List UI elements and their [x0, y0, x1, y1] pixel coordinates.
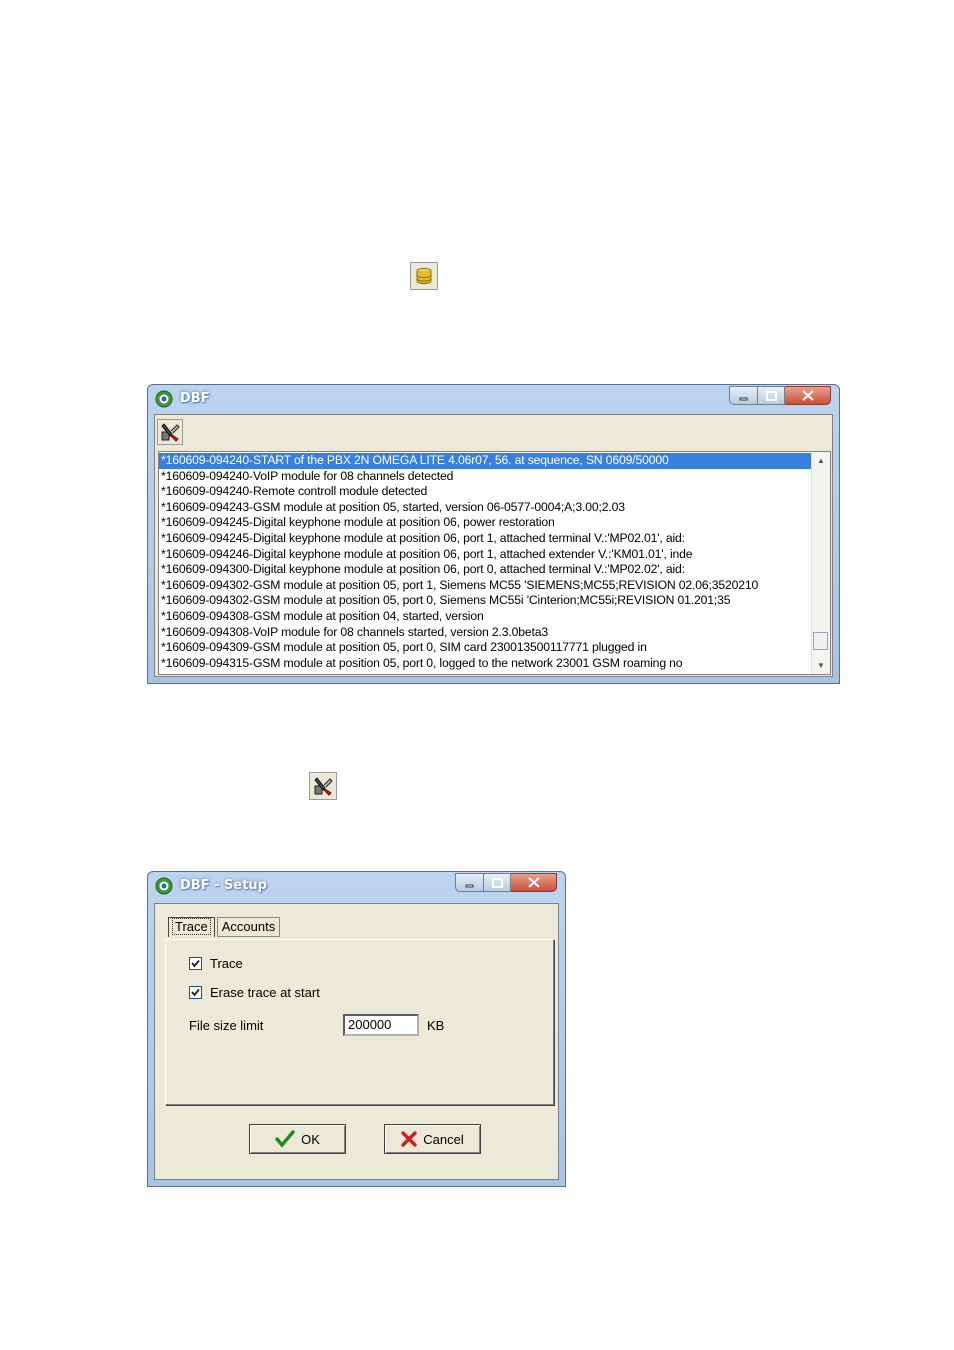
erase-trace-checkbox[interactable] — [189, 986, 202, 999]
window-title: DBF - Setup — [180, 878, 267, 893]
file-size-unit: KB — [427, 1018, 445, 1033]
file-size-label: File size limit — [189, 1018, 264, 1033]
dbf-window: DBF *160609-094240-START of the PBX 2N O… — [147, 384, 840, 684]
log-line[interactable]: *160609-094245-Digital keyphone module a… — [159, 531, 811, 547]
cross-icon — [401, 1131, 417, 1147]
maximize-button[interactable] — [758, 386, 785, 405]
log-line[interactable]: *160609-094240-START of the PBX 2N OMEGA… — [159, 453, 811, 469]
title-bar[interactable]: DBF - Setup — [148, 872, 565, 900]
vertical-scrollbar[interactable]: ▲ ▼ — [811, 452, 830, 674]
close-icon — [801, 390, 814, 401]
minimize-button[interactable] — [729, 386, 758, 405]
window-client-area: *160609-094240-START of the PBX 2N OMEGA… — [154, 414, 833, 677]
log-line[interactable]: *160609-094315-GSM module at position 05… — [159, 656, 811, 672]
log-line[interactable]: *160609-094245-Digital keyphone module a… — [159, 515, 811, 531]
setup-window: DBF - Setup Trace Accounts Trace Erase t… — [147, 871, 566, 1187]
minimize-icon — [739, 397, 747, 400]
maximize-button[interactable] — [484, 873, 511, 892]
close-button[interactable] — [511, 873, 557, 892]
maximize-icon — [765, 390, 777, 401]
setup-tools-icon[interactable] — [309, 772, 337, 800]
checkmark-icon — [191, 988, 200, 997]
erase-checkbox-row[interactable]: Erase trace at start — [189, 985, 320, 1000]
minimize-icon — [465, 884, 473, 887]
log-list[interactable]: *160609-094240-START of the PBX 2N OMEGA… — [158, 451, 831, 675]
trace-tab-panel: Trace Erase trace at start File size lim… — [165, 939, 554, 1105]
scroll-thumb[interactable] — [813, 632, 828, 650]
minimize-button[interactable] — [455, 873, 484, 892]
trace-label: Trace — [210, 956, 243, 971]
trace-checkbox-row[interactable]: Trace — [189, 956, 243, 971]
trace-checkbox[interactable] — [189, 957, 202, 970]
scroll-up-arrow[interactable]: ▲ — [812, 452, 830, 469]
dialog-client-area: Trace Accounts Trace Erase trace at star… — [154, 903, 559, 1180]
window-title: DBF — [180, 391, 210, 406]
log-line[interactable]: *160609-094302-GSM module at position 05… — [159, 593, 811, 609]
title-bar[interactable]: DBF — [148, 385, 839, 413]
checkmark-icon — [275, 1130, 295, 1148]
database-icon[interactable] — [410, 262, 438, 290]
file-size-input[interactable]: 200000 — [343, 1014, 419, 1036]
close-icon — [527, 877, 540, 888]
log-line[interactable]: *160609-094309-GSM module at position 05… — [159, 640, 811, 656]
log-line[interactable]: *160609-094300-Digital keyphone module a… — [159, 562, 811, 578]
tab-trace[interactable]: Trace — [168, 917, 215, 937]
log-line[interactable]: *160609-094240-Remote controll module de… — [159, 484, 811, 500]
checkmark-icon — [191, 959, 200, 968]
maximize-icon — [491, 877, 503, 888]
log-line[interactable]: *160609-094308-GSM module at position 04… — [159, 609, 811, 625]
scroll-down-arrow[interactable]: ▼ — [812, 657, 830, 674]
close-button[interactable] — [785, 386, 831, 405]
app-icon — [155, 390, 173, 408]
setup-tools-icon[interactable] — [157, 419, 183, 445]
log-line[interactable]: *160609-094240-VoIP module for 08 channe… — [159, 469, 811, 485]
erase-trace-label: Erase trace at start — [210, 985, 320, 1000]
log-line[interactable]: *160609-094246-Digital keyphone module a… — [159, 547, 811, 563]
log-line[interactable]: *160609-094243-GSM module at position 05… — [159, 500, 811, 516]
cancel-button[interactable]: Cancel — [384, 1124, 481, 1154]
log-line[interactable]: *160609-094302-GSM module at position 05… — [159, 578, 811, 594]
app-icon — [155, 877, 173, 895]
ok-button[interactable]: OK — [249, 1124, 346, 1154]
tab-accounts[interactable]: Accounts — [216, 917, 281, 937]
log-line[interactable]: *160609-094308-VoIP module for 08 channe… — [159, 625, 811, 641]
